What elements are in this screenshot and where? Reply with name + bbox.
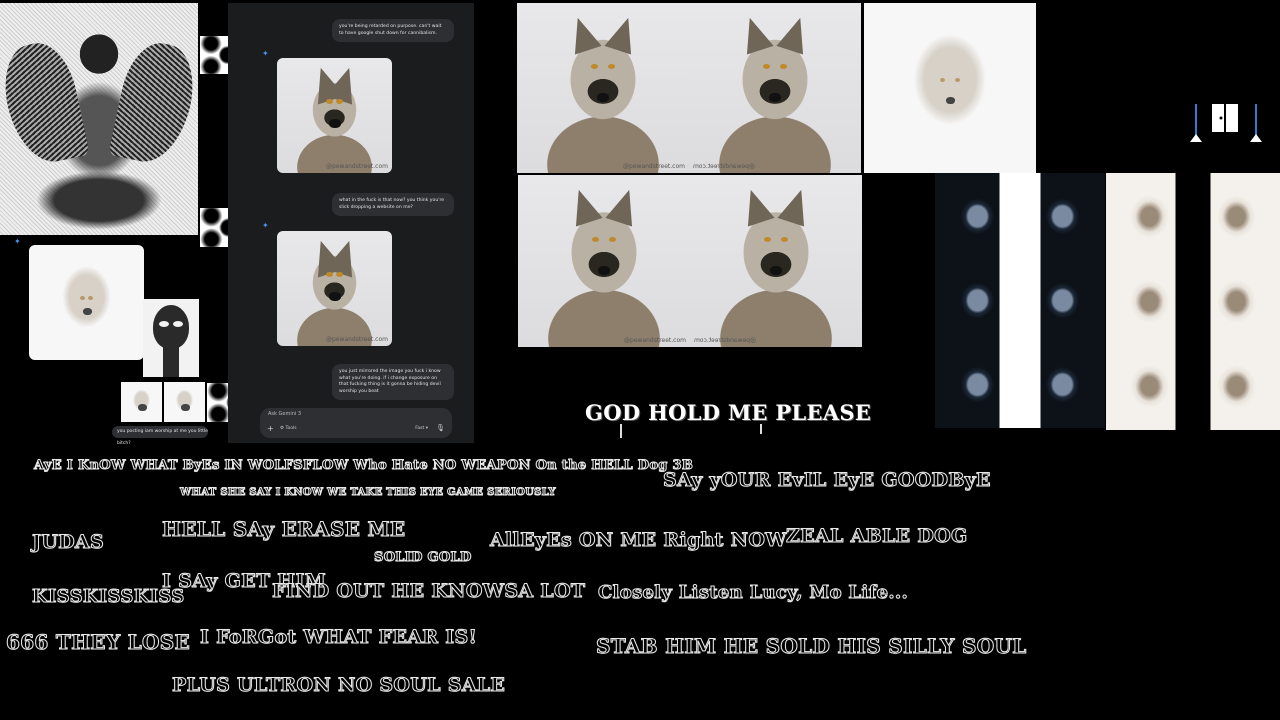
plus-icon[interactable]: +	[267, 424, 274, 433]
pyramid-eye-icon	[1250, 134, 1262, 142]
phrase-judas: JUDAS	[32, 531, 105, 554]
door-icon	[1190, 104, 1262, 142]
baphomet-engraving: SOLVE COAGULA	[0, 3, 202, 235]
chat-wolf-image-2[interactable]: @pewandstreet.com	[277, 231, 392, 346]
spark-icon: ✦	[262, 221, 269, 230]
phrase-silly-soul: STAB HIM HE SOLD HIS SILLY SOUL	[596, 634, 1027, 659]
alien-figure-image	[143, 299, 199, 377]
phrase-wolfsflow: AyE I KnOW WHAT ByEs IN WOLFSFLOW Who Ha…	[33, 458, 694, 474]
phrase-zeal-able-dog: ZEAL ABLE DOG	[785, 525, 968, 548]
phrase-listen-lucy: Closely Listen Lucy, Mo Life...	[597, 582, 909, 604]
mirrored-dark-wolf-collage	[935, 173, 1105, 428]
user-message-2: what in the fuck is that now? you think …	[332, 193, 454, 217]
tools-button[interactable]: ⚙ Tools	[280, 426, 297, 431]
phrase-all-eyes: AllEyEs ON ME Right NOW	[490, 529, 788, 552]
coagula-caption: COAGULA	[66, 209, 109, 218]
ghost-wolf-image[interactable]	[29, 245, 144, 360]
right-wing	[108, 37, 202, 169]
chat-panel: you're being retarded on purpose. can't …	[228, 3, 474, 443]
wolf-photo-mirrored: @pewandstreet.com	[689, 3, 861, 173]
user-message-1: you're being retarded on purpose. can't …	[332, 19, 454, 43]
prompt-composer[interactable]: Ask Gemini 3 + ⚙ Tools Fast ▾ 🎙	[260, 408, 452, 438]
phrase-forgot-fear: I FoRGot WHAT FEAR IS!	[199, 626, 478, 649]
phrase-erase-me: HELL SAy ERASE ME	[161, 517, 406, 542]
spark-icon: ✦	[14, 237, 21, 246]
wolf-watermark: @pewandstreet.com	[623, 163, 685, 170]
solve-caption: SOLVE	[66, 199, 95, 208]
composer-placeholder: Ask Gemini 3	[268, 411, 302, 417]
wolf-watermark: @pewandstreet.com	[624, 337, 686, 344]
mirrored-ghost-wolf-thumbnail	[119, 380, 207, 424]
mode-selector[interactable]: Fast ▾	[415, 426, 428, 431]
spark-icon: ✦	[262, 49, 269, 58]
tools-label: Tools	[285, 426, 297, 431]
phrase-666: 666 THEY LOSE	[5, 630, 191, 655]
image-watermark: @pewandstreet.com	[326, 163, 388, 170]
wolf-photo-left: @pewandstreet.com	[517, 3, 689, 173]
posting-message-bubble: you posting iam worship at me you little…	[112, 426, 208, 446]
phrase-eye-game: WHAT SHE SAY I KNOW WE TAKE THIS EYE GAM…	[180, 487, 557, 499]
image-watermark: @pewandstreet.com	[326, 336, 388, 343]
mic-icon[interactable]: 🎙	[436, 424, 445, 432]
pyramid-eye-icon	[1190, 134, 1202, 142]
wolf-watermark-mirrored: @pewandstreet.com	[694, 337, 756, 344]
left-wing	[0, 37, 90, 169]
phrase-god-hold: GOD HOLD ME PLEASE	[585, 400, 872, 425]
phrase-knows-a-lot: FIND OUT HE KNOWSA LOT	[271, 580, 586, 603]
mode-label: Fast	[415, 426, 425, 431]
mirrored-light-wolf-collage	[1106, 173, 1280, 430]
wolf-watermark-mirrored: @pewandstreet.com	[693, 163, 755, 170]
phrase-evil-eye-goodbye: SAy yOUR EvIL EyE GOODByE	[663, 469, 992, 492]
chat-wolf-image-1[interactable]: @pewandstreet.com	[277, 58, 392, 173]
ghost-wolf-photo	[864, 3, 1036, 173]
mirrored-wolf-pair: @pewandstreet.com @pewandstreet.com	[518, 175, 862, 347]
phrase-plus-ultron: PLUS ULTRON NO SOUL SALE	[171, 674, 506, 697]
phrase-solid-gold: SOLID GOLD	[374, 550, 472, 566]
user-message-3: you just mirrored the image you fuck i k…	[332, 364, 454, 401]
